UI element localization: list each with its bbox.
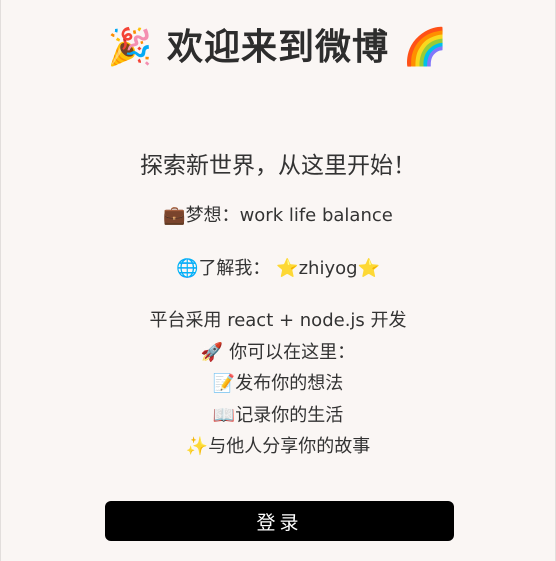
- about-label: 了解我：: [198, 258, 271, 279]
- page-title: 🎉 欢迎来到微博 🌈: [1, 24, 555, 72]
- briefcase-icon: 💼: [163, 205, 186, 226]
- login-button[interactable]: 登录: [105, 501, 454, 541]
- party-popper-icon: 🎉: [107, 27, 154, 68]
- feature-item: 📝发布你的想法: [1, 370, 555, 398]
- rainbow-icon: 🌈: [402, 27, 449, 68]
- sparkles-icon: ✨: [185, 436, 209, 457]
- book-icon: 📖: [212, 405, 236, 426]
- tech-line: 平台采用 react + node.js 开发: [149, 310, 407, 331]
- globe-icon: 🌐: [176, 258, 199, 279]
- feature-text: 发布你的想法: [235, 373, 344, 394]
- about-name: zhiyog: [298, 258, 358, 279]
- feature-text: 与他人分享你的故事: [208, 436, 371, 457]
- star-icon: ⭐: [276, 258, 299, 279]
- title-text: 欢迎来到微博: [166, 27, 389, 68]
- welcome-page: 🎉 欢迎来到微博 🌈 探索新世界，从这里开始！ 💼梦想：work life ba…: [0, 0, 556, 561]
- rocket-icon: 🚀: [200, 342, 224, 363]
- dream-value: work life balance: [239, 205, 393, 226]
- feature-item: 📖记录你的生活: [1, 402, 555, 430]
- dream-label: 梦想：: [185, 205, 240, 226]
- feature-item: ✨与他人分享你的故事: [1, 433, 555, 461]
- intro-text: 你可以在这里：: [229, 342, 356, 363]
- about-line: 🌐了解我： ⭐zhiyog⭐: [1, 255, 555, 283]
- dream-line: 💼梦想：work life balance: [1, 202, 555, 230]
- subtitle: 探索新世界，从这里开始！: [140, 153, 416, 179]
- intro-line: 🚀 你可以在这里：: [1, 339, 555, 367]
- memo-icon: 📝: [212, 373, 236, 394]
- star-icon: ⭐: [357, 258, 380, 279]
- feature-text: 记录你的生活: [235, 405, 344, 426]
